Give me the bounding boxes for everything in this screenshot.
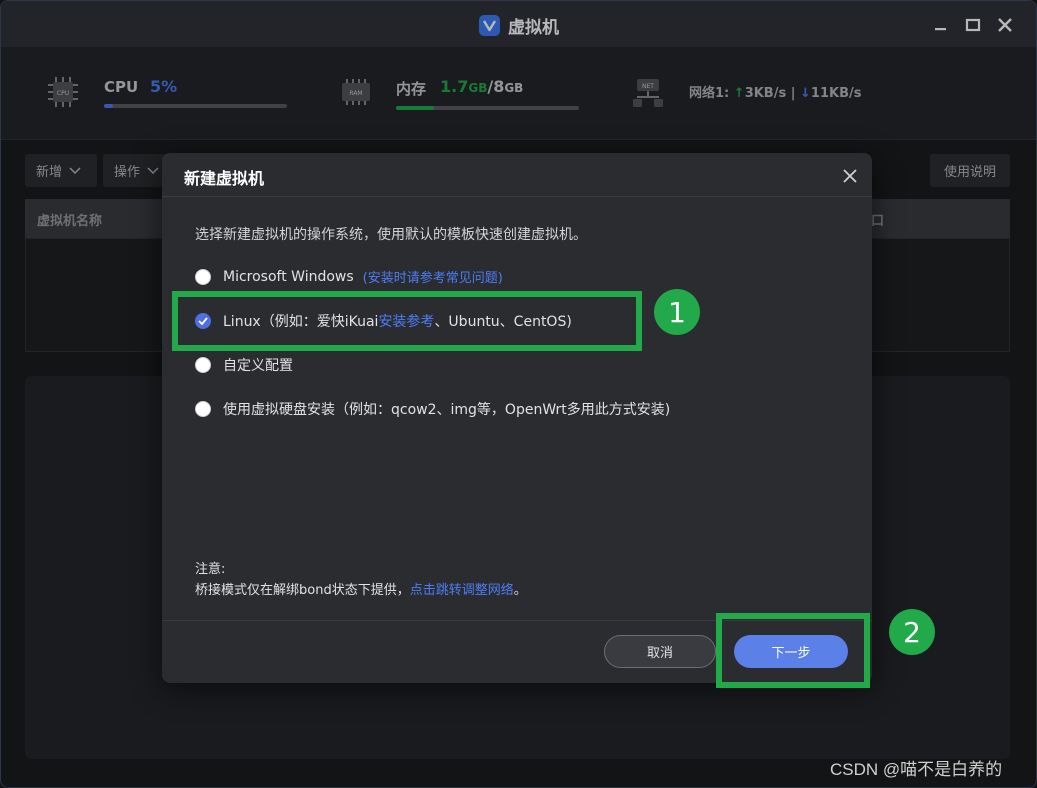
dialog-header-divider	[162, 196, 872, 197]
highlight-box-next	[716, 613, 870, 688]
dialog-close-icon[interactable]	[843, 168, 857, 183]
windows-faq-link[interactable]: (安装时请参考常见问题)	[363, 267, 503, 286]
radio-custom[interactable]	[195, 357, 211, 373]
note-text: 桥接模式仅在解绑bond状态下提供，点击跳转调整网络。	[195, 579, 527, 598]
note-end: 。	[513, 583, 527, 598]
radio-windows[interactable]	[195, 268, 211, 285]
cancel-button[interactable]: 取消	[604, 635, 716, 668]
option-custom[interactable]: 自定义配置	[195, 355, 293, 375]
watermark-text: CSDN @喵不是白养的	[830, 760, 1003, 779]
note-body: 桥接模式仅在解绑bond状态下提供，	[195, 583, 410, 598]
option-virtual-disk[interactable]: 使用虚拟硬盘安装（例如：qcow2、img等，OpenWrt多用此方式安装)	[195, 399, 670, 419]
radio-virtual-disk[interactable]	[195, 401, 211, 417]
dialog-title: 新建虚拟机	[184, 169, 265, 188]
adjust-network-link[interactable]: 点击跳转调整网络	[410, 583, 514, 598]
option-windows[interactable]: Microsoft Windows (安装时请参考常见问题)	[195, 267, 503, 286]
step-2-badge: 2	[889, 609, 935, 655]
new-vm-dialog: 新建虚拟机 选择新建虚拟机的操作系统，使用默认的模板快速创建虚拟机。 Micro…	[162, 153, 872, 683]
step-1-badge: 1	[654, 289, 700, 335]
highlight-box-linux	[172, 291, 642, 351]
option-virtual-disk-label: 使用虚拟硬盘安装（例如：qcow2、img等，OpenWrt多用此方式安装)	[223, 402, 671, 418]
dialog-description: 选择新建虚拟机的操作系统，使用默认的模板快速创建虚拟机。	[195, 227, 587, 243]
option-custom-label: 自定义配置	[223, 358, 293, 374]
note-label: 注意:	[195, 562, 226, 577]
option-windows-label: Microsoft Windows	[223, 268, 354, 285]
